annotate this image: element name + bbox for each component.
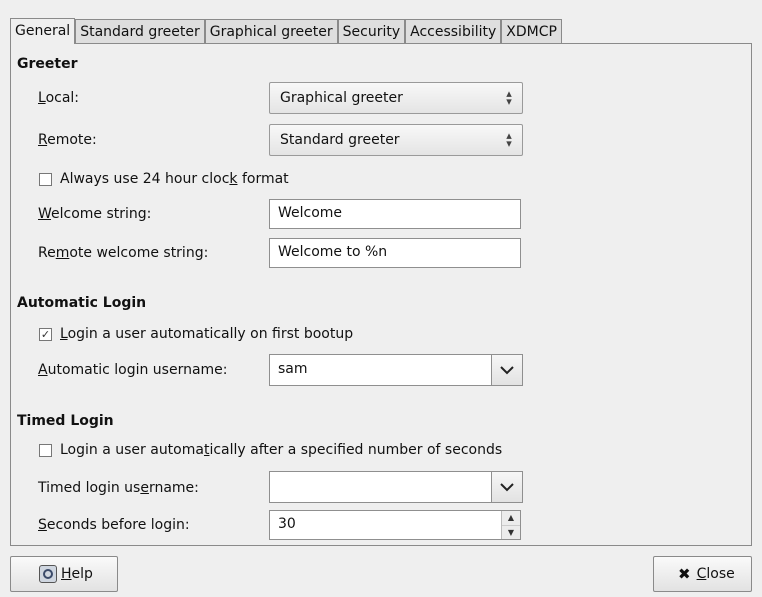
auto-login-username-combo[interactable]: sam xyxy=(269,354,523,386)
automatic-login-section-title: Automatic Login xyxy=(17,295,147,311)
welcome-string-input[interactable]: Welcome xyxy=(269,199,521,229)
welcome-string-label: Welcome string: xyxy=(38,206,152,222)
clock-24h-label: Always use 24 hour clock format xyxy=(60,171,289,187)
chevron-down-icon[interactable] xyxy=(491,355,522,385)
timed-login-username-value[interactable] xyxy=(270,472,491,502)
tab-general[interactable]: General xyxy=(10,18,76,44)
auto-login-checkbox[interactable]: ✓ Login a user automatically on first bo… xyxy=(39,326,353,342)
seconds-before-login-spinner[interactable]: 30 ▲ ▼ xyxy=(269,510,521,540)
close-icon: ✖ xyxy=(678,565,691,583)
spin-up-icon[interactable]: ▲ xyxy=(502,511,520,526)
help-icon xyxy=(39,565,57,583)
auto-login-username-label: Automatic login username: xyxy=(38,362,228,378)
checkbox-box[interactable] xyxy=(39,172,52,186)
spin-down-icon[interactable]: ▼ xyxy=(502,525,520,539)
updown-arrow-icon: ▴ ▾ xyxy=(506,87,512,108)
seconds-before-login-label: Seconds before login: xyxy=(38,517,190,533)
clock-24h-checkbox[interactable]: Always use 24 hour clock format xyxy=(39,171,289,187)
timed-login-checkbox[interactable]: Login a user automatically after a speci… xyxy=(39,442,502,458)
timed-login-username-combo[interactable] xyxy=(269,471,523,503)
chevron-down-icon[interactable] xyxy=(491,472,522,502)
timed-login-username-label: Timed login username: xyxy=(38,480,199,496)
remote-welcome-string-input[interactable]: Welcome to %n xyxy=(269,238,521,268)
tab-accessibility[interactable]: Accessibility xyxy=(405,19,502,43)
tab-security[interactable]: Security xyxy=(337,19,406,43)
local-greeter-value: Graphical greeter xyxy=(280,90,403,106)
tab-graphical-greeter[interactable]: Graphical greeter xyxy=(204,19,338,43)
updown-arrow-icon: ▴ ▾ xyxy=(506,129,512,150)
tab-bar: General Standard greeter Graphical greet… xyxy=(10,18,562,44)
greeter-section-title: Greeter xyxy=(17,56,78,72)
auto-login-username-value[interactable]: sam xyxy=(270,355,491,385)
tab-standard-greeter[interactable]: Standard greeter xyxy=(75,19,205,43)
remote-welcome-string-label: Remote welcome string: xyxy=(38,245,209,261)
help-button[interactable]: Help xyxy=(10,556,118,592)
auto-login-checkbox-label: Login a user automatically on first boot… xyxy=(60,326,354,342)
local-greeter-select[interactable]: Graphical greeter ▴ ▾ xyxy=(269,82,523,114)
remote-greeter-value: Standard greeter xyxy=(280,132,400,148)
checkbox-box[interactable] xyxy=(39,443,52,457)
local-label: Local: xyxy=(38,90,80,106)
tab-xdmcp[interactable]: XDMCP xyxy=(501,19,562,43)
general-panel: Greeter Local: Graphical greeter ▴ ▾ Remo… xyxy=(10,43,752,546)
remote-greeter-select[interactable]: Standard greeter ▴ ▾ xyxy=(269,124,523,156)
close-button[interactable]: ✖ Close xyxy=(653,556,752,592)
close-button-label: Close xyxy=(696,566,735,582)
timed-login-section-title: Timed Login xyxy=(17,413,114,429)
checkbox-box[interactable]: ✓ xyxy=(39,327,52,341)
timed-login-checkbox-label: Login a user automatically after a speci… xyxy=(60,442,503,458)
remote-label: Remote: xyxy=(38,132,97,148)
help-button-label: Help xyxy=(61,566,93,582)
seconds-value[interactable]: 30 xyxy=(270,511,501,539)
